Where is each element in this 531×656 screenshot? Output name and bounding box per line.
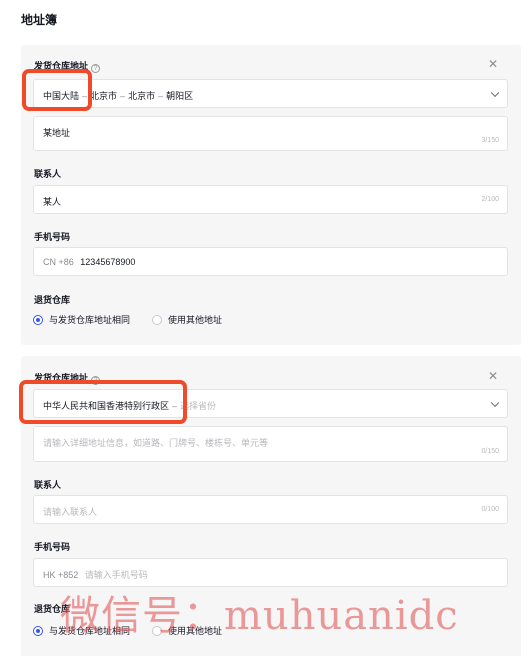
char-count: 2/100 [481,196,499,203]
contact-placeholder: 请输入联系人 [43,507,98,517]
phone-input[interactable]: CN +86 12345678900 [33,247,508,276]
return-warehouse-label: 退货仓库 [34,295,71,305]
region-district: 朝阳区 [166,91,194,101]
region-city: 北京市 [128,91,156,101]
highlight-box-region-1 [22,69,92,111]
close-icon[interactable]: ✕ [488,369,498,383]
phone-prefix[interactable]: HK +852 [43,570,78,580]
phone-row: HK +852 请输入手机号码 [43,568,148,581]
region-province: 北京市 [90,91,118,101]
contact-label: 联系人 [34,169,62,179]
address-detail-value: 某地址 [43,128,71,138]
chevron-down-icon [490,398,500,407]
close-icon[interactable]: ✕ [488,57,498,71]
return-options: 与发货仓库地址相同 使用其他地址 [33,313,244,326]
address-card-1: 发货仓库地址? ✕ 中国大陆 – 北京市 – 北京市 – 朝阳区 某地址 3/150 联系人… [21,45,521,345]
phone-value: 12345678900 [80,257,136,267]
return-option-label: 与发货仓库地址相同 [49,315,131,325]
chevron-down-icon [490,88,500,97]
phone-label: 手机号码 [34,232,71,242]
return-option-same[interactable]: 与发货仓库地址相同 [33,313,130,326]
contact-label: 联系人 [34,480,62,490]
return-option-other[interactable]: 使用其他地址 [152,313,222,326]
contact-value: 某人 [43,197,62,207]
phone-row: CN +86 12345678900 [43,257,135,267]
watermark: 微信号：muhuanidc [60,593,459,639]
address-detail-input[interactable]: 请输入详细地址信息，如道路、门牌号、楼栋号、单元等 0/150 [33,426,508,462]
char-count: 0/150 [481,448,499,455]
address-detail-placeholder: 请输入详细地址信息，如道路、门牌号、楼栋号、单元等 [43,438,269,448]
radio-checked-icon[interactable] [33,625,43,636]
radio-checked-icon[interactable] [33,314,43,325]
char-count: 0/100 [481,506,499,513]
highlight-box-region-2 [19,380,187,424]
phone-label: 手机号码 [34,542,71,552]
help-icon[interactable]: ? [91,64,101,73]
address-detail-input[interactable]: 某地址 3/150 [33,116,508,151]
char-count: 3/150 [481,137,499,144]
region-select[interactable]: 中国大陆 – 北京市 – 北京市 – 朝阳区 [33,79,508,108]
contact-input[interactable]: 请输入联系人 0/100 [33,495,508,524]
contact-input[interactable]: 某人 2/100 [33,185,508,214]
phone-placeholder: 请输入手机号码 [84,570,148,580]
page-title: 地址簿 [21,13,58,27]
radio-unchecked-icon[interactable] [152,314,163,325]
return-option-label: 使用其他地址 [168,315,223,325]
phone-prefix[interactable]: CN +86 [43,257,74,267]
